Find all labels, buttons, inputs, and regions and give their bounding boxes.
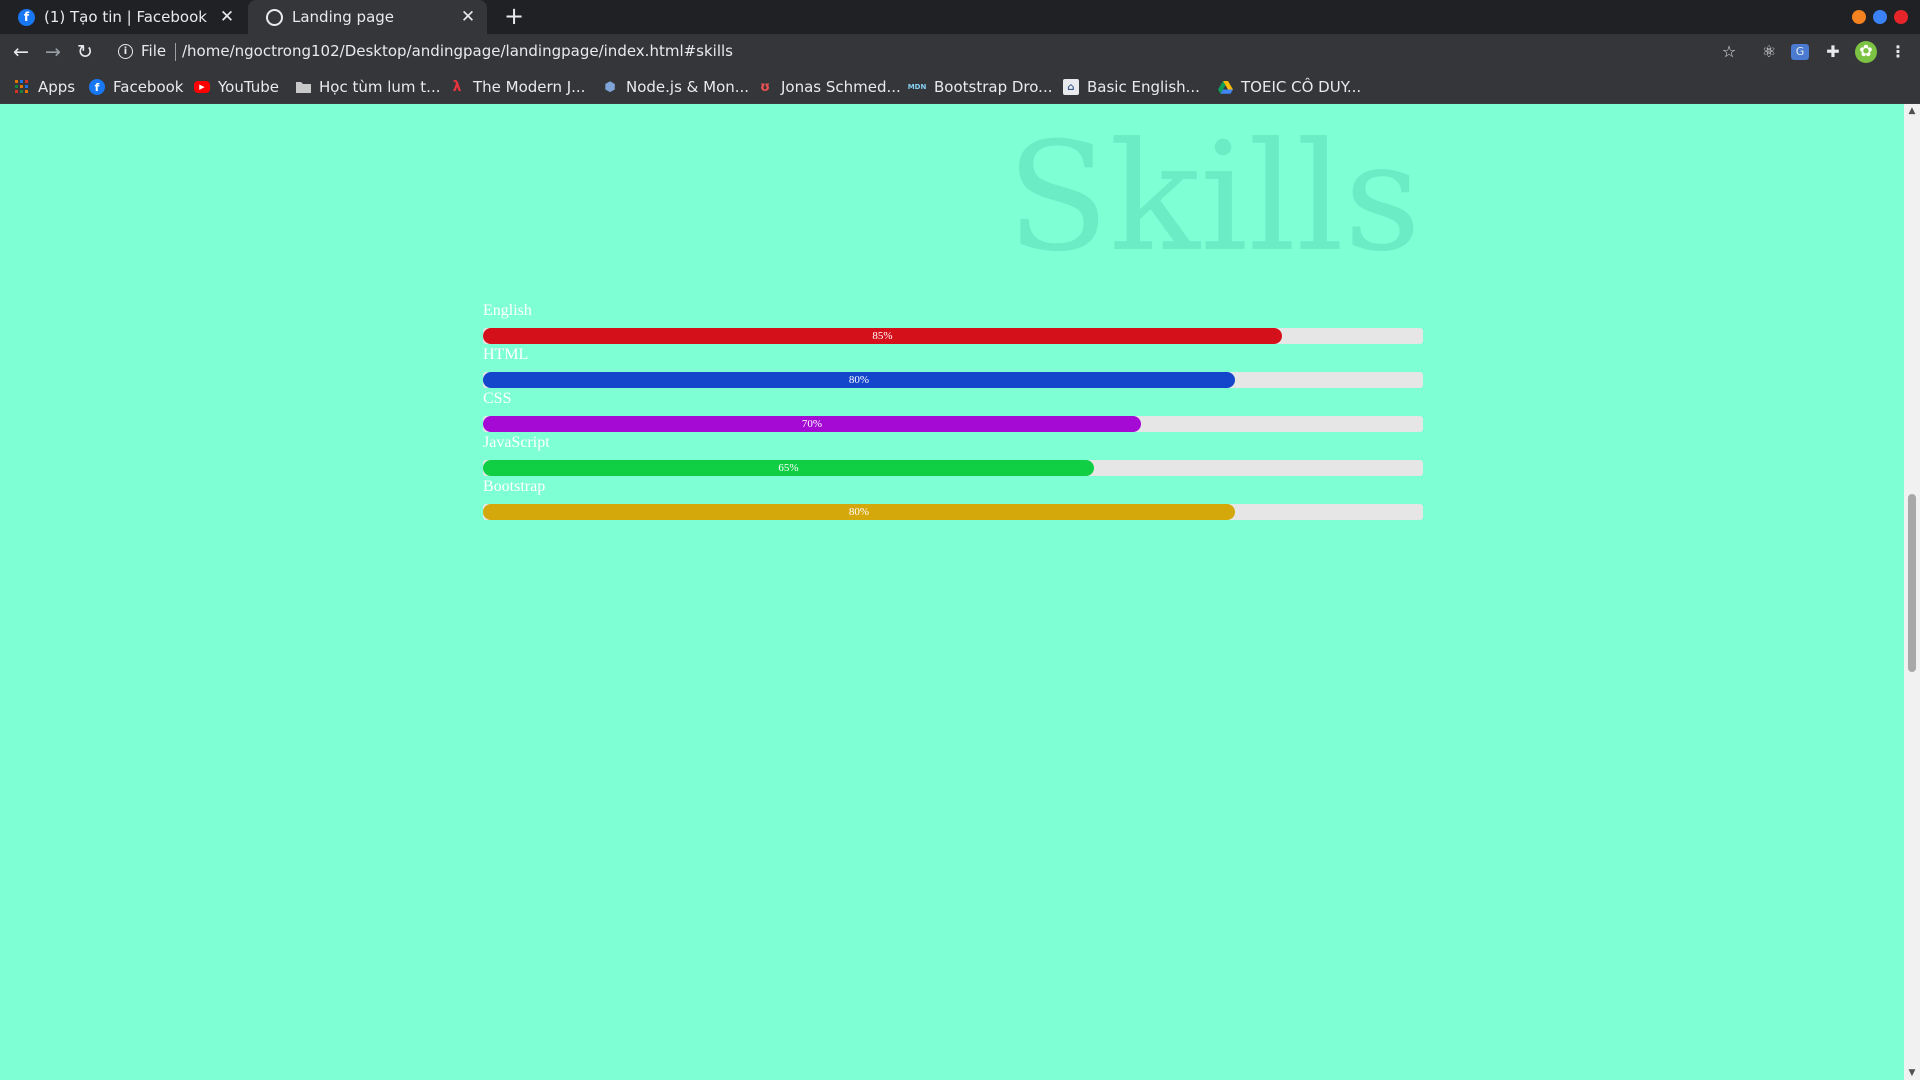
udemy-icon: ʊ [759,79,771,95]
skill-progress-fill: 65% [483,460,1094,476]
bookmark-folder[interactable]: Học tùm lum t... [295,76,440,98]
close-window-button[interactable] [1894,10,1908,24]
google-drive-icon [1217,79,1233,95]
bookmark-jonas[interactable]: ʊ Jonas Schmed... [757,76,901,98]
skill-progress-track: 70% [483,416,1423,432]
bookmark-bootstrap[interactable]: MDN Bootstrap Dro... [907,76,1053,98]
bookmark-youtube[interactable]: ▶ YouTube [194,76,279,98]
bookmark-facebook[interactable]: f Facebook [89,76,183,98]
translate-icon[interactable]: G [1791,44,1809,60]
facebook-icon: f [18,8,35,26]
scrollbar-thumb[interactable] [1908,494,1916,672]
skill-progress-fill: 85% [483,328,1282,344]
bookmark-basic-english[interactable]: ⌂ Basic English... [1063,76,1200,98]
skill-name: CSS [483,390,512,407]
new-tab-button[interactable]: + [500,3,528,31]
bookmark-modern-js[interactable]: λ The Modern J... [449,76,586,98]
tab-facebook[interactable]: f (1) Tạo tin | Facebook ✕ [0,0,246,34]
extension-react-icon[interactable]: ⚛ [1759,42,1779,62]
skill-name: HTML [483,346,529,363]
profile-avatar-icon[interactable]: ✿ [1855,41,1877,63]
tab-title: (1) Tạo tin | Facebook [44,8,207,26]
bookmarks-bar: Apps f Facebook ▶ YouTube Học tùm lum t.… [0,70,1920,104]
skill-progress-track: 65% [483,460,1423,476]
skills-heading: Skills [1006,111,1421,285]
bookmark-label: YouTube [218,78,279,96]
skill-progress-track: 80% [483,372,1423,388]
close-icon[interactable]: ✕ [218,7,236,27]
skill-progress-fill: 80% [483,504,1235,520]
bookmark-label: Bootstrap Dro... [934,78,1053,96]
school-icon: ⌂ [1063,79,1079,95]
bookmark-label: Basic English... [1087,78,1200,96]
skill-progress-track: 80% [483,504,1423,520]
address-separator [175,43,176,61]
browser-toolbar: ← → ↻ i File /home/ngoctrong102/Desktop/… [0,34,1920,70]
skill-progress-track: 85% [483,328,1423,344]
vertical-scrollbar[interactable]: ▲ ▼ [1904,104,1920,1080]
apps-grid-icon [14,79,30,95]
tab-strip: f (1) Tạo tin | Facebook ✕ Landing page … [0,0,1920,34]
skill-progress-fill: 80% [483,372,1235,388]
modern-js-icon: λ [452,79,462,95]
bookmark-toeic[interactable]: TOEIC CÔ DUY... [1217,76,1361,98]
bookmark-label: Node.js & Mon... [626,78,750,96]
skill-name: Bootstrap [483,478,546,495]
bookmark-label: TOEIC CÔ DUY... [1241,78,1362,96]
folder-icon [295,79,311,95]
scroll-up-arrow-icon[interactable]: ▲ [1904,104,1920,118]
window-controls [1852,10,1908,24]
bookmark-label: Học tùm lum t... [319,78,441,96]
facebook-icon: f [89,79,105,95]
site-info-icon[interactable]: i [118,44,133,59]
skill-progress-fill: 70% [483,416,1141,432]
menu-kebab-icon[interactable]: ⋮ [1888,42,1908,62]
tab-title: Landing page [292,8,395,26]
star-icon[interactable]: ☆ [1719,42,1739,62]
bookmark-label: Jonas Schmed... [781,78,901,96]
minimize-button[interactable] [1852,10,1866,24]
skill-name: English [483,302,532,319]
mdn-icon: MDN [907,83,927,91]
globe-icon [266,8,283,26]
skills-list: English 85% HTML 80% CSS 70% JavaScript 65% Boot… [483,302,1423,522]
back-button[interactable]: ← [9,40,33,64]
scheme-label: File [141,42,167,60]
bookmark-node[interactable]: ⬢ Node.js & Mon... [602,76,749,98]
forward-button[interactable]: → [41,40,65,64]
maximize-button[interactable] [1873,10,1887,24]
reload-button[interactable]: ↻ [73,40,97,64]
node-icon: ⬢ [604,79,616,95]
address-bar[interactable]: /home/ngoctrong102/Desktop/andingpage/la… [182,42,733,60]
bookmark-label: Apps [38,78,76,96]
bookmark-label: The Modern J... [473,78,586,96]
bookmark-label: Facebook [113,78,184,96]
scroll-down-arrow-icon[interactable]: ▼ [1904,1066,1920,1080]
bookmark-apps[interactable]: Apps [14,76,75,98]
skill-name: JavaScript [483,434,550,451]
youtube-icon: ▶ [194,81,210,93]
page-content: Skills English 85% HTML 80% CSS 70% JavaScript… [0,104,1904,1080]
puzzle-extensions-icon[interactable]: ✚ [1823,42,1843,62]
tab-landing-page[interactable]: Landing page ✕ [248,0,487,34]
close-icon[interactable]: ✕ [459,7,477,27]
